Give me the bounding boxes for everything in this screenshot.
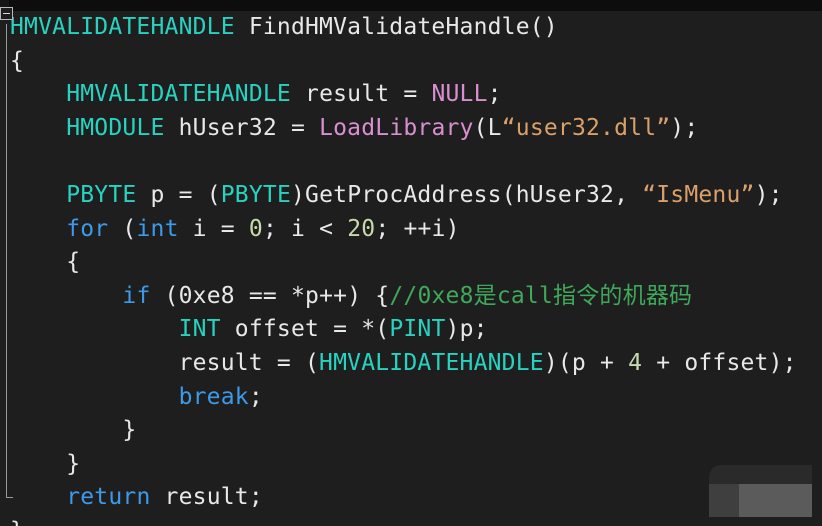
code-line[interactable]: for (int i = 0; i < 20; ++i) <box>0 213 822 247</box>
code-line[interactable]: HMVALIDATEHANDLE result = NULL; <box>0 78 822 112</box>
code-token: } <box>10 417 137 444</box>
code-line[interactable]: PBYTE p = (PBYTE)GetProcAddress(hUser32,… <box>0 179 822 213</box>
code-token: int <box>136 215 179 242</box>
code-token: 0 <box>248 215 263 242</box>
code-token: { <box>10 249 81 276</box>
code-token: break <box>178 383 249 410</box>
outlining-bracket <box>6 24 7 498</box>
code-line[interactable]: } <box>0 414 822 448</box>
code-token: 20 <box>347 215 376 242</box>
code-line[interactable]: return result; <box>0 481 822 515</box>
code-token: PBYTE <box>220 181 291 208</box>
code-editor-window: HMVALIDATEHANDLE FindHMValidateHandle(){… <box>0 0 822 526</box>
code-line[interactable]: INT offset = *(PINT)p; <box>0 313 822 347</box>
code-token: { <box>10 47 25 74</box>
code-token: return <box>66 484 151 511</box>
code-token: ( <box>108 215 137 242</box>
code-token: result = <box>290 81 432 108</box>
code-token: if <box>122 282 151 309</box>
code-token: )p; <box>445 316 488 343</box>
code-token: hUser32 = <box>164 114 320 141</box>
collapse-minus-icon[interactable] <box>0 7 13 20</box>
code-token: ); <box>754 181 783 208</box>
code-token: 0xe8 <box>178 282 235 309</box>
code-token: PINT <box>389 316 446 343</box>
code-token: p = ( <box>136 181 221 208</box>
code-token: INT <box>178 316 221 343</box>
code-token: )(p + <box>543 349 629 376</box>
code-line[interactable]: HMODULE hUser32 = LoadLibrary(L“user32.d… <box>0 112 822 146</box>
code-token: HMODULE <box>66 114 165 141</box>
code-line[interactable]: { <box>0 45 822 79</box>
editor-top-strip <box>0 0 822 11</box>
code-token: result; <box>150 484 263 511</box>
overlay-panel-shadow <box>709 465 812 484</box>
code-token: for <box>66 215 109 242</box>
code-token: HMVALIDATEHANDLE <box>10 14 235 40</box>
code-token: “IsMenu” <box>642 181 755 208</box>
code-line[interactable]: break; <box>0 381 822 415</box>
code-token: + offset); <box>642 349 797 376</box>
code-token: ; ++i) <box>375 215 460 242</box>
overlay-panel-segment <box>709 484 739 517</box>
code-line[interactable]: } <box>0 448 822 482</box>
code-line[interactable]: HMVALIDATEHANDLE FindHMValidateHandle() <box>0 11 822 45</box>
code-token: ( <box>150 282 179 309</box>
code-token: (L <box>473 114 502 141</box>
code-line[interactable]: { <box>0 246 822 280</box>
code-token: ); <box>670 114 699 141</box>
code-token: LoadLibrary <box>319 114 474 141</box>
code-token: “user32.dll” <box>501 114 671 141</box>
code-token: HMVALIDATEHANDLE <box>66 81 291 108</box>
code-line[interactable]: } <box>0 515 822 526</box>
code-line[interactable] <box>0 145 822 179</box>
code-token: )GetProcAddress(hUser32, <box>291 181 643 208</box>
overlay-panel[interactable] <box>709 484 812 517</box>
code-token: ; <box>487 81 502 108</box>
code-token: } <box>10 450 81 477</box>
code-text-area[interactable]: HMVALIDATEHANDLE FindHMValidateHandle(){… <box>0 11 822 526</box>
code-token: ; <box>248 383 263 410</box>
code-token: } <box>10 518 24 526</box>
code-token: HMVALIDATEHANDLE <box>319 349 544 376</box>
code-token: offset = *( <box>220 316 390 343</box>
code-token: result = ( <box>10 349 320 376</box>
code-token: FindHMValidateHandle() <box>234 14 558 40</box>
code-line[interactable]: result = (HMVALIDATEHANDLE)(p + 4 + offs… <box>0 347 822 381</box>
code-token: i = <box>178 215 249 242</box>
code-token: 4 <box>628 349 643 376</box>
code-token: //0xe8是call指令的机器码 <box>389 282 693 309</box>
code-token: NULL <box>431 81 488 108</box>
code-token: == *p++) { <box>234 282 390 309</box>
code-line[interactable]: if (0xe8 == *p++) {//0xe8是call指令的机器码 <box>0 280 822 314</box>
outlining-bracket-foot <box>6 497 13 498</box>
code-token: PBYTE <box>66 181 137 208</box>
code-token: ; i < <box>262 215 348 242</box>
